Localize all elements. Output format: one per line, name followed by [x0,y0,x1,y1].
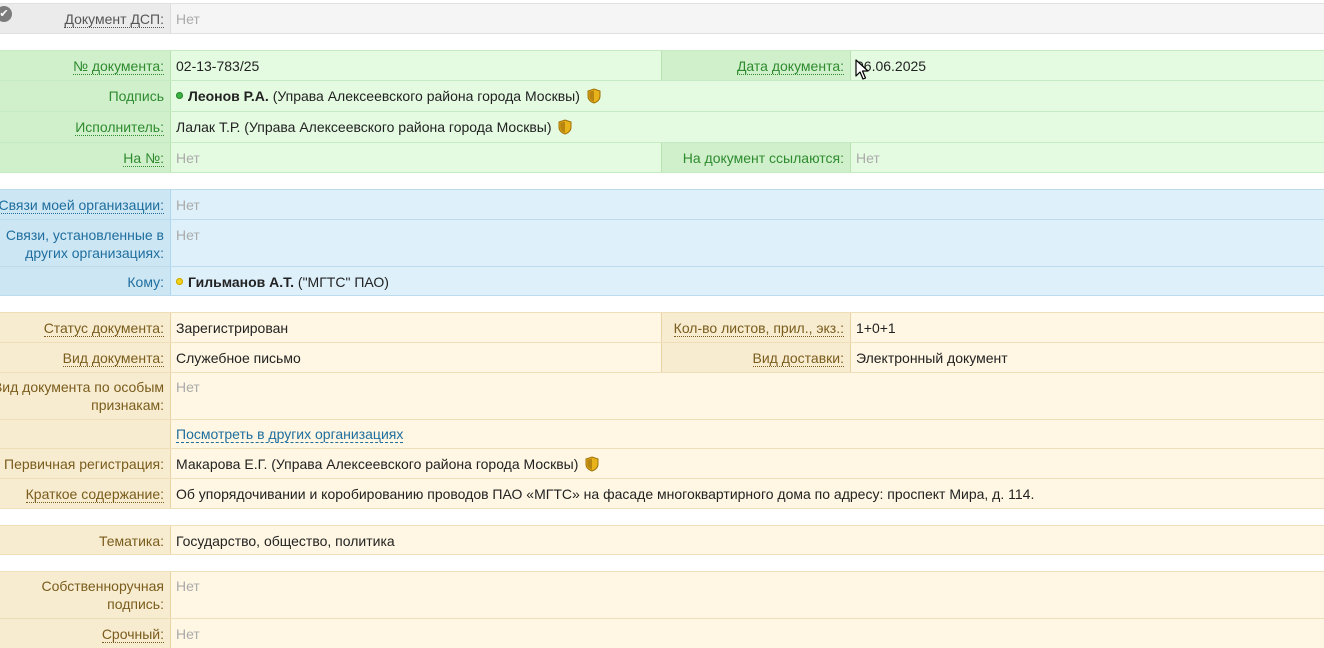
doc-date-label-cell: Дата документа: [661,51,851,80]
other-org-links-label-line1: Связи, установленные в [5,227,164,243]
row-summary: Краткое содержание: Об упорядочивании и … [0,478,1324,509]
status-value: Зарегистрирован [176,320,289,336]
special-type-label: Вид документа по особым признакам: [0,373,171,419]
handwritten-label: Собственноручная подпись: [0,572,171,618]
status-label-cell: Статус документа: [0,313,171,342]
referenced-by-value: Нет [856,150,880,166]
primary-reg-value-cell: Макарова Е.Г. (Управа Алексеевского райо… [171,449,1324,478]
primary-reg-label: Первичная регистрация: [0,449,171,478]
special-type-label-line1: Вид документа по особым [0,379,164,395]
status-label[interactable]: Статус документа: [43,320,164,337]
special-type-value: Нет [176,379,200,395]
other-org-links-label-line2: других организациях: [25,245,164,261]
urgent-label[interactable]: Срочный: [101,626,164,643]
shield-icon[interactable] [585,456,599,472]
signature-label: Подпись [0,81,171,111]
executor-label-cell: Исполнитель: [0,112,171,142]
row-urgent: Срочный: Нет [0,618,1324,648]
primary-reg-value: Макарова Е.Г. (Управа Алексеевского райо… [176,456,579,472]
row-in-reply: На №: Нет На документ ссылаются: Нет [0,142,1324,173]
dsp-label-cell: Документ ДСП: [0,4,171,33]
referenced-by-label: На документ ссылаются: [661,143,851,172]
view-other-orgs-label-cell [0,420,171,448]
row-doc-type: Вид документа: Служебное письмо Вид дост… [0,342,1324,372]
delivery-label-cell: Вид доставки: [661,343,851,372]
other-org-links-label: Связи, установленные в других организаци… [0,220,171,266]
row-dsp: Документ ДСП: Нет [0,3,1324,34]
doc-type-label-cell: Вид документа: [0,343,171,372]
row-handwritten: Собственноручная подпись: Нет [0,571,1324,618]
other-org-links-value: Нет [176,227,200,243]
handwritten-label-line2: подпись: [107,596,164,612]
row-executor: Исполнитель: Лалак Т.Р. (Управа Алексеев… [0,111,1324,142]
view-other-orgs-cell: Посмотреть в других организациях [171,420,1324,448]
row-primary-reg: Первичная регистрация: Макарова Е.Г. (Уп… [0,448,1324,478]
row-special-type: Вид документа по особым признакам: Нет [0,372,1324,419]
delivery-label[interactable]: Вид доставки: [752,350,844,367]
in-reply-value: Нет [176,150,200,166]
row-signature: Подпись Леонов Р.А. (Управа Алексеевског… [0,80,1324,111]
row-my-org-links: Связи моей организации: Нет [0,189,1324,219]
mouse-cursor-icon [855,59,869,80]
dsp-value: Нет [176,11,200,27]
handwritten-value: Нет [176,578,200,594]
doc-type-label[interactable]: Вид документа: [62,350,164,367]
signature-value: Леонов Р.А. (Управа Алексеевского района… [171,81,1324,111]
sheets-value: 1+0+1 [856,320,896,336]
shield-icon[interactable] [558,119,572,135]
summary-value: Об упорядочивании и коробированию провод… [176,486,1035,502]
my-org-links-label-cell: Связи моей организации: [0,190,171,219]
row-recipient: Кому: Гильманов А.Т. ("МГТС" ПАО) [0,266,1324,296]
summary-label-cell: Краткое содержание: [0,479,171,508]
row-topic: Тематика: Государство, общество, политик… [0,525,1324,555]
doc-date-label[interactable]: Дата документа: [736,58,844,75]
delivery-value: Электронный документ [856,350,1008,366]
doc-type-value: Служебное письмо [176,350,301,366]
shield-icon[interactable] [587,88,601,104]
recipient-org: ("МГТС" ПАО) [297,274,389,290]
row-view-other-orgs: Посмотреть в других организациях [0,419,1324,448]
row-other-org-links: Связи, установленные в других организаци… [0,219,1324,266]
doc-number-label-cell: № документа: [0,51,171,80]
special-type-label-line2: признакам: [91,397,164,413]
executor-value-cell: Лалак Т.Р. (Управа Алексеевского района … [171,112,1324,142]
row-status: Статус документа: Зарегистрирован Кол-во… [0,312,1324,342]
row-doc-number: № документа: 02-13-783/25 Дата документа… [0,50,1324,80]
doc-number-label[interactable]: № документа: [72,58,164,75]
in-reply-label-cell: На №: [0,143,171,172]
executor-label[interactable]: Исполнитель: [75,119,164,136]
topic-value: Государство, общество, политика [176,533,395,549]
signature-name: Леонов Р.А. [188,88,269,104]
urgent-value: Нет [176,626,200,642]
doc-date-value: 06.06.2025 [856,58,927,74]
sheets-label[interactable]: Кол-во листов, прил., экз.: [673,320,844,337]
signature-org: (Управа Алексеевского района города Моск… [272,88,580,104]
executor-value: Лалак Т.Р. (Управа Алексеевского района … [176,119,552,135]
dsp-label[interactable]: Документ ДСП: [64,11,164,28]
yellow-status-dot-icon [176,278,183,285]
my-org-links-label[interactable]: Связи моей организации: [0,197,164,214]
urgent-label-cell: Срочный: [0,619,171,648]
green-status-dot-icon [176,92,183,99]
recipient-name: Гильманов А.Т. [188,274,295,290]
topic-label: Тематика: [0,526,171,554]
sheets-label-cell: Кол-во листов, прил., экз.: [661,313,851,342]
summary-label[interactable]: Краткое содержание: [25,486,164,503]
my-org-links-value: Нет [176,197,200,213]
recipient-value: Гильманов А.Т. ("МГТС" ПАО) [171,267,1324,295]
handwritten-label-line1: Собственноручная [41,578,164,594]
recipient-label: Кому: [0,267,171,295]
in-reply-label[interactable]: На №: [123,150,164,167]
doc-number-value: 02-13-783/25 [176,58,260,74]
view-other-orgs-link[interactable]: Посмотреть в других организациях [176,426,404,443]
